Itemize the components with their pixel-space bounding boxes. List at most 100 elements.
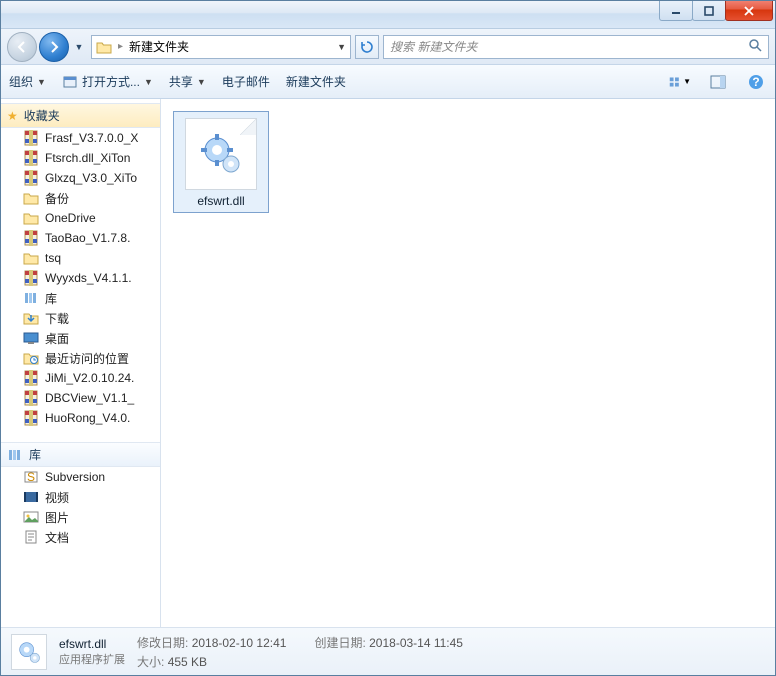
picture-icon [23,509,39,525]
sidebar-item[interactable]: 备份 [1,188,160,208]
recent-icon [23,350,39,366]
view-menu[interactable]: ▼ [669,71,691,93]
create-date-value: 2018-03-14 11:45 [369,636,463,650]
rar-icon [23,410,39,426]
sidebar-item-label: tsq [45,251,61,265]
desktop-icon [23,330,39,346]
sidebar-item-label: Glxzq_V3.0_XiTo [45,171,137,185]
sidebar-item-label: Ftsrch.dll_XiTon [45,151,130,165]
rar-icon [23,170,39,186]
sidebar-item[interactable]: Wyyxds_V4.1.1. [1,268,160,288]
rar-icon [23,370,39,386]
back-button[interactable] [7,32,37,62]
email-button[interactable]: 电子邮件 [222,73,270,90]
sidebar-item-label: 最近访问的位置 [45,350,129,367]
details-filename: efswrt.dll [59,637,125,651]
sidebar-item[interactable]: tsq [1,248,160,268]
sidebar-item[interactable]: 最近访问的位置 [1,348,160,368]
sidebar-item[interactable]: Frasf_V3.7.0.0_X [1,128,160,148]
search-placeholder: 搜索 新建文件夹 [390,38,477,55]
help-button[interactable]: ? [745,71,767,93]
sidebar-item-label: 视频 [45,489,69,506]
folder-icon [96,40,112,54]
sidebar-item[interactable]: OneDrive [1,208,160,228]
search-icon [748,38,762,55]
nav-buttons: ▼ [7,32,87,62]
rar-icon [23,230,39,246]
main-area: ★ 收藏夹 Frasf_V3.7.0.0_X Ftsrch.dll_XiTon Gl… [1,99,775,627]
breadcrumb-current: 新建文件夹 [129,38,189,55]
navigation-pane[interactable]: ★ 收藏夹 Frasf_V3.7.0.0_X Ftsrch.dll_XiTon Gl… [1,99,161,627]
refresh-icon [360,40,374,54]
share-menu[interactable]: 共享▼ [169,73,206,90]
address-row: ▼ ▸ 新建文件夹 ▼ 搜索 新建文件夹 [1,29,775,65]
sidebar-item[interactable]: 库 [1,288,160,308]
details-filetype: 应用程序扩展 [59,651,125,667]
toolbar: 组织▼ 打开方式...▼ 共享▼ 电子邮件 新建文件夹 ▼ ? [1,65,775,99]
sidebar-item-label: DBCView_V1.1_ [45,391,134,405]
sidebar-item-label: Subversion [45,470,105,484]
sidebar-item[interactable]: 桌面 [1,328,160,348]
sidebar-item[interactable]: 视频 [1,487,160,507]
open-with-menu[interactable]: 打开方式...▼ [62,73,153,90]
organize-menu[interactable]: 组织▼ [9,73,46,90]
preview-pane-button[interactable] [707,71,729,93]
sidebar-item-label: 桌面 [45,330,69,347]
sidebar-item[interactable]: S Subversion [1,467,160,487]
rar-icon [23,390,39,406]
breadcrumb-sep-icon: ▸ [118,41,123,52]
lib-icon [23,290,39,306]
sidebar-item[interactable]: TaoBao_V1.7.8. [1,228,160,248]
sidebar-item[interactable]: Ftsrch.dll_XiTon [1,148,160,168]
sidebar-item[interactable]: DBCView_V1.1_ [1,388,160,408]
downloads-icon [23,310,39,326]
libraries-header[interactable]: 库 [1,442,160,467]
svg-text:S: S [27,470,35,484]
sidebar-item-label: OneDrive [45,211,96,225]
new-folder-button[interactable]: 新建文件夹 [286,73,346,90]
star-icon: ★ [7,109,18,123]
create-date-label: 创建日期: [314,636,365,650]
minimize-button[interactable] [659,1,693,21]
address-bar[interactable]: ▸ 新建文件夹 ▼ [91,35,351,59]
sidebar-item-label: JiMi_V2.0.10.24. [45,371,134,385]
file-item-selected[interactable]: efswrt.dll [173,111,269,213]
file-label: efswrt.dll [178,194,264,208]
sidebar-item-label: Wyyxds_V4.1.1. [45,271,132,285]
rar-icon [23,150,39,166]
refresh-button[interactable] [355,35,379,59]
address-dropdown-icon[interactable]: ▼ [337,42,346,52]
sidebar-item[interactable]: 文档 [1,527,160,547]
window-controls [660,1,775,28]
svg-text:?: ? [752,75,759,89]
forward-button[interactable] [39,32,69,62]
explorer-window: ▼ ▸ 新建文件夹 ▼ 搜索 新建文件夹 组织▼ 打开方式...▼ 共享▼ 电子… [0,0,776,676]
sidebar-item[interactable]: HuoRong_V4.0. [1,408,160,428]
sidebar-item[interactable]: 下载 [1,308,160,328]
history-dropdown-icon[interactable]: ▼ [71,39,87,55]
details-thumbnail [11,634,47,670]
size-label: 大小: [137,655,164,669]
rar-icon [23,270,39,286]
size-value: 455 KB [168,655,207,669]
sidebar-item-label: 备份 [45,190,69,207]
details-pane: efswrt.dll 应用程序扩展 修改日期: 2018-02-10 12:41… [1,627,775,675]
sidebar-item-label: 文档 [45,529,69,546]
sidebar-item-label: 库 [45,290,57,307]
sidebar-item-label: Frasf_V3.7.0.0_X [45,131,138,145]
sidebar-item[interactable]: JiMi_V2.0.10.24. [1,368,160,388]
sidebar-item-label: TaoBao_V1.7.8. [45,231,130,245]
file-list[interactable]: efswrt.dll [161,99,775,627]
folder-icon [23,210,39,226]
favorites-header[interactable]: ★ 收藏夹 [1,103,160,128]
search-input[interactable]: 搜索 新建文件夹 [383,35,769,59]
sidebar-item[interactable]: 图片 [1,507,160,527]
mod-date-value: 2018-02-10 12:41 [192,636,287,650]
sidebar-item[interactable]: Glxzq_V3.0_XiTo [1,168,160,188]
maximize-button[interactable] [692,1,726,21]
sidebar-item-label: 下载 [45,310,69,327]
close-button[interactable] [725,1,773,21]
folder-icon [23,250,39,266]
svn-icon: S [23,469,39,485]
gear-icon [197,130,245,178]
